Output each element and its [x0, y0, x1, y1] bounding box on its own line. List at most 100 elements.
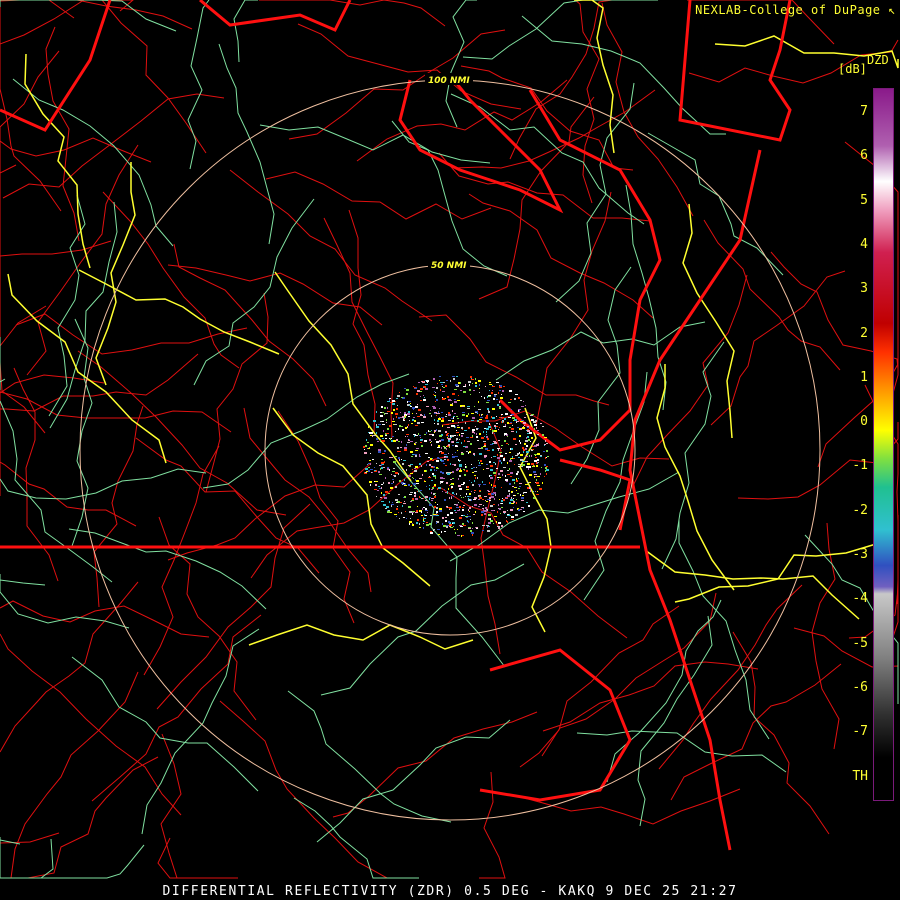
radar-echo-pixel: [403, 517, 405, 518]
radar-echo-pixel: [445, 385, 447, 387]
radar-echo-pixel: [534, 424, 537, 426]
radar-echo-pixel: [459, 488, 462, 490]
radar-echo-pixel: [442, 491, 443, 492]
radar-echo-pixel: [475, 426, 476, 427]
radar-echo-pixel: [474, 406, 475, 407]
radar-echo-pixel: [522, 447, 524, 449]
radar-echo-pixel: [485, 417, 488, 419]
minor-road: [0, 0, 177, 32]
radar-echo-pixel: [406, 469, 407, 471]
radar-echo-pixel: [444, 454, 447, 455]
radar-echo-pixel: [443, 463, 445, 464]
radar-echo-pixel: [449, 485, 450, 486]
county-line: [102, 191, 240, 369]
radar-echo-pixel: [541, 467, 542, 468]
radar-echo-pixel: [417, 416, 420, 417]
radar-echo-pixel: [521, 420, 524, 421]
radar-echo-pixel: [471, 499, 472, 501]
radar-echo-pixel: [413, 483, 416, 485]
radar-echo-pixel: [421, 511, 422, 513]
radar-echo-pixel: [400, 412, 401, 413]
radar-echo-pixel: [446, 526, 448, 528]
radar-echo-pixel: [534, 476, 535, 478]
radar-echo-pixel: [482, 481, 483, 483]
radar-echo-pixel: [431, 415, 432, 417]
radar-echo-pixel: [396, 502, 398, 503]
radar-echo-pixel: [436, 467, 438, 468]
radar-echo-pixel: [468, 509, 469, 511]
radar-echo-pixel: [472, 431, 474, 433]
radar-echo-pixel: [381, 464, 382, 466]
radar-echo-pixel: [389, 457, 391, 458]
radar-echo-pixel: [486, 431, 487, 433]
range-ring-50nmi: [264, 264, 636, 636]
radar-echo-pixel: [469, 451, 471, 453]
radar-echo-pixel: [456, 376, 458, 377]
radar-echo-pixel: [423, 523, 424, 524]
radar-echo-pixel: [474, 492, 475, 493]
radar-echo-pixel: [488, 426, 491, 428]
radar-echo-pixel: [525, 448, 527, 450]
radar-echo-pixel: [506, 517, 507, 518]
radar-echo-pixel: [412, 469, 413, 470]
radar-echo-pixel: [467, 496, 469, 497]
radar-echo-pixel: [425, 510, 428, 511]
radar-echo-pixel: [398, 512, 399, 513]
radar-echo-pixel: [473, 467, 475, 468]
radar-echo-pixel: [481, 514, 483, 516]
radar-echo-pixel: [363, 446, 365, 448]
radar-echo-pixel: [430, 458, 432, 460]
radar-echo-pixel: [513, 458, 515, 459]
radar-echo-pixel: [418, 433, 419, 435]
radar-echo-pixel: [453, 496, 454, 497]
radar-echo-pixel: [368, 470, 370, 472]
radar-echo-pixel: [428, 430, 429, 432]
radar-echo-pixel: [526, 437, 527, 439]
radar-echo-pixel: [404, 388, 406, 389]
radar-echo-pixel: [535, 482, 536, 483]
product-caption: DIFFERENTIAL REFLECTIVITY (ZDR) 0.5 DEG …: [162, 884, 738, 899]
radar-echo-pixel: [474, 432, 475, 434]
radar-echo-pixel: [474, 455, 475, 456]
radar-echo-pixel: [474, 504, 477, 506]
radar-echo-pixel: [467, 520, 468, 522]
radar-echo-pixel: [516, 431, 517, 433]
radar-echo-pixel: [461, 435, 463, 437]
radar-echo-pixel: [436, 507, 438, 509]
radar-echo-pixel: [522, 464, 525, 466]
legend-product: DZD: [867, 53, 889, 67]
radar-echo-pixel: [425, 453, 428, 454]
radar-echo-pixel: [536, 494, 539, 495]
radar-echo-pixel: [398, 457, 400, 459]
radar-echo-pixel: [423, 395, 424, 396]
minor-road: [193, 198, 315, 386]
radar-echo-pixel: [518, 409, 521, 410]
minor-road: [678, 520, 770, 740]
radar-echo-pixel: [495, 427, 496, 429]
county-line: [143, 445, 220, 676]
radar-echo-pixel: [380, 468, 381, 470]
radar-echo-pixel: [450, 463, 451, 465]
radar-echo-pixel: [519, 486, 521, 487]
radar-echoes: [363, 376, 549, 537]
radar-echo-pixel: [545, 457, 546, 459]
radar-echo-pixel: [421, 381, 423, 382]
radar-echo-pixel: [409, 521, 412, 523]
interstate-road: [24, 53, 91, 269]
radar-echo-pixel: [416, 483, 419, 484]
radar-echo-pixel: [379, 474, 382, 475]
radar-echo-pixel: [441, 412, 443, 413]
legend-tick: 0: [860, 414, 868, 430]
radar-echo-pixel: [386, 422, 387, 423]
radar-echo-pixel: [419, 523, 420, 525]
radar-echo-pixel: [471, 379, 474, 380]
radar-echo-pixel: [433, 476, 436, 477]
radar-echo-pixel: [479, 453, 482, 455]
radar-echo-pixel: [424, 397, 425, 398]
radar-echo-pixel: [527, 463, 530, 465]
credit-label: NEXLAB-College of DuPage ↖: [695, 3, 896, 17]
radar-echo-pixel: [486, 464, 488, 465]
radar-echo-pixel: [414, 492, 416, 494]
radar-echo-pixel: [462, 414, 465, 416]
radar-echo-pixel: [451, 497, 452, 499]
